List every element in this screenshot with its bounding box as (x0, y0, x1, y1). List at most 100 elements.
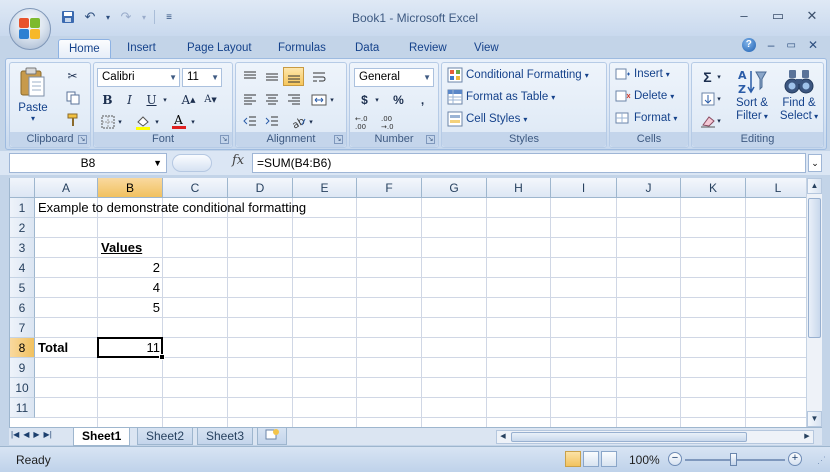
clear-dropdown-icon[interactable]: ▾ (714, 111, 724, 130)
column-header-a[interactable]: A (35, 178, 98, 198)
formula-input[interactable]: =SUM(B4:B6) (252, 153, 806, 173)
row-header-9[interactable]: 9 (10, 358, 35, 378)
row-header-1[interactable]: 1 (10, 198, 35, 218)
decrease-decimal-icon[interactable]: .00 →.0 (380, 112, 404, 131)
zoom-level[interactable]: 100% (629, 453, 660, 467)
font-size-combo[interactable]: 11 ▼ (182, 68, 222, 87)
align-left-icon[interactable] (239, 90, 260, 109)
column-header-g[interactable]: G (422, 178, 487, 198)
cell-b6[interactable]: 5 (98, 298, 163, 318)
page-layout-view-icon[interactable] (583, 451, 599, 467)
column-header-c[interactable]: C (163, 178, 228, 198)
tab-data[interactable]: Data (355, 39, 379, 58)
prev-sheet-icon[interactable]: ◀ (23, 430, 29, 439)
row-header-7[interactable]: 7 (10, 318, 35, 338)
vertical-scroll-thumb[interactable] (808, 198, 821, 338)
column-header-f[interactable]: F (357, 178, 422, 198)
insert-cells-button[interactable]: Insert ▾ (615, 67, 670, 81)
first-sheet-icon[interactable]: |◀ (11, 430, 19, 439)
column-header-k[interactable]: K (681, 178, 746, 198)
column-header-e[interactable]: E (293, 178, 357, 198)
align-right-icon[interactable] (283, 90, 304, 109)
clipboard-launcher-icon[interactable]: ↘ (78, 135, 87, 144)
normal-view-icon[interactable] (565, 451, 581, 467)
zoom-out-icon[interactable]: − (668, 452, 682, 466)
scroll-left-icon[interactable]: ◀ (497, 431, 509, 443)
format-painter-icon[interactable] (62, 110, 83, 129)
percent-button[interactable]: % (388, 90, 409, 109)
top-align-icon[interactable] (239, 67, 260, 86)
last-sheet-icon[interactable]: ▶| (44, 430, 52, 439)
bold-button[interactable]: B (97, 90, 118, 109)
alignment-launcher-icon[interactable]: ↘ (334, 135, 343, 144)
row-header-4[interactable]: 4 (10, 258, 35, 278)
delete-cells-button[interactable]: Delete ▾ (615, 89, 674, 103)
column-header-b[interactable]: B (98, 178, 163, 198)
column-header-h[interactable]: H (487, 178, 551, 198)
select-all-button[interactable] (10, 178, 35, 198)
increase-decimal-icon[interactable]: ←.0.00 (354, 112, 378, 131)
fill-color-dropdown-icon[interactable]: ▾ (152, 112, 162, 131)
font-color-dropdown-icon[interactable]: ▾ (188, 112, 198, 131)
sheet-tab-sheet1[interactable]: Sheet1 (73, 428, 131, 446)
sheet-tab-sheet2[interactable]: Sheet2 (137, 428, 194, 445)
font-name-combo[interactable]: Calibri ▼ (97, 68, 180, 87)
cell-a8[interactable]: Total (35, 338, 71, 358)
zoom-slider-thumb[interactable] (730, 453, 737, 466)
row-header-11[interactable]: 11 (10, 398, 35, 418)
column-header-i[interactable]: I (551, 178, 617, 198)
font-launcher-icon[interactable]: ↘ (220, 135, 229, 144)
ribbon-minimize-button[interactable]: – (768, 38, 775, 52)
merge-dropdown-icon[interactable]: ▾ (327, 90, 337, 109)
scroll-down-icon[interactable]: ▼ (807, 411, 822, 427)
name-box-dropdown-icon[interactable]: ▼ (153, 154, 162, 172)
tab-view[interactable]: View (474, 39, 499, 58)
cell-b3[interactable]: Values (98, 238, 145, 258)
help-icon[interactable]: ? (741, 38, 756, 52)
vertical-scrollbar[interactable]: ▲ ▼ (806, 178, 822, 427)
office-button[interactable] (9, 8, 51, 50)
row-header-8[interactable]: 8 (10, 338, 35, 358)
underline-dropdown-icon[interactable]: ▾ (160, 90, 170, 109)
align-center-icon[interactable] (261, 90, 282, 109)
cell-b5[interactable]: 4 (98, 278, 163, 298)
close-button[interactable]: ✕ (804, 8, 820, 24)
comma-button[interactable]: , (412, 90, 433, 109)
row-header-5[interactable]: 5 (10, 278, 35, 298)
fill-color-icon[interactable] (132, 112, 153, 131)
conditional-formatting-button[interactable]: Conditional Formatting ▾ (447, 67, 589, 83)
currency-dropdown-icon[interactable]: ▾ (372, 90, 382, 109)
expand-formula-bar-icon[interactable]: ⌄ (808, 154, 822, 172)
tab-formulas[interactable]: Formulas (278, 39, 326, 58)
number-launcher-icon[interactable]: ↘ (426, 135, 435, 144)
page-break-view-icon[interactable] (601, 451, 617, 467)
underline-button[interactable]: U (141, 90, 162, 109)
column-header-j[interactable]: J (617, 178, 681, 198)
sort-filter-button[interactable]: AZ Sort & Filter ▾ (730, 67, 774, 123)
autosum-dropdown-icon[interactable]: ▾ (714, 67, 724, 86)
scroll-up-icon[interactable]: ▲ (807, 178, 822, 194)
worksheet-grid[interactable]: A B C D E F G H I J K L 1 2 3 4 5 6 7 8 9 10 11 Example to demo… (9, 178, 806, 427)
borders-dropdown-icon[interactable]: ▾ (115, 112, 125, 131)
row-header-3[interactable]: 3 (10, 238, 35, 258)
cut-icon[interactable]: ✂ (62, 66, 83, 85)
column-header-l[interactable]: L (746, 178, 806, 198)
format-as-table-button[interactable]: Format as Table ▾ (447, 89, 555, 105)
cell-a1[interactable]: Example to demonstrate conditional forma… (35, 198, 309, 218)
tab-page-layout[interactable]: Page Layout (187, 39, 252, 58)
decrease-indent-icon[interactable] (239, 112, 260, 131)
insert-sheet-icon[interactable] (257, 428, 287, 445)
row-header-10[interactable]: 10 (10, 378, 35, 398)
horizontal-scrollbar[interactable]: ◀ ▶ (496, 430, 814, 444)
zoom-in-icon[interactable]: + (788, 452, 802, 466)
minimize-button[interactable]: – (736, 8, 752, 24)
wrap-text-icon[interactable] (308, 67, 329, 86)
cell-styles-button[interactable]: Cell Styles ▾ (447, 111, 527, 127)
tab-review[interactable]: Review (409, 39, 447, 58)
formula-bar-splitter[interactable] (172, 154, 212, 172)
copy-icon[interactable] (62, 88, 83, 107)
horizontal-scroll-thumb[interactable] (511, 432, 747, 442)
paste-button[interactable]: Paste ▾ (16, 67, 50, 123)
merge-center-icon[interactable] (308, 90, 329, 109)
sheet-tab-sheet3[interactable]: Sheet3 (197, 428, 254, 445)
